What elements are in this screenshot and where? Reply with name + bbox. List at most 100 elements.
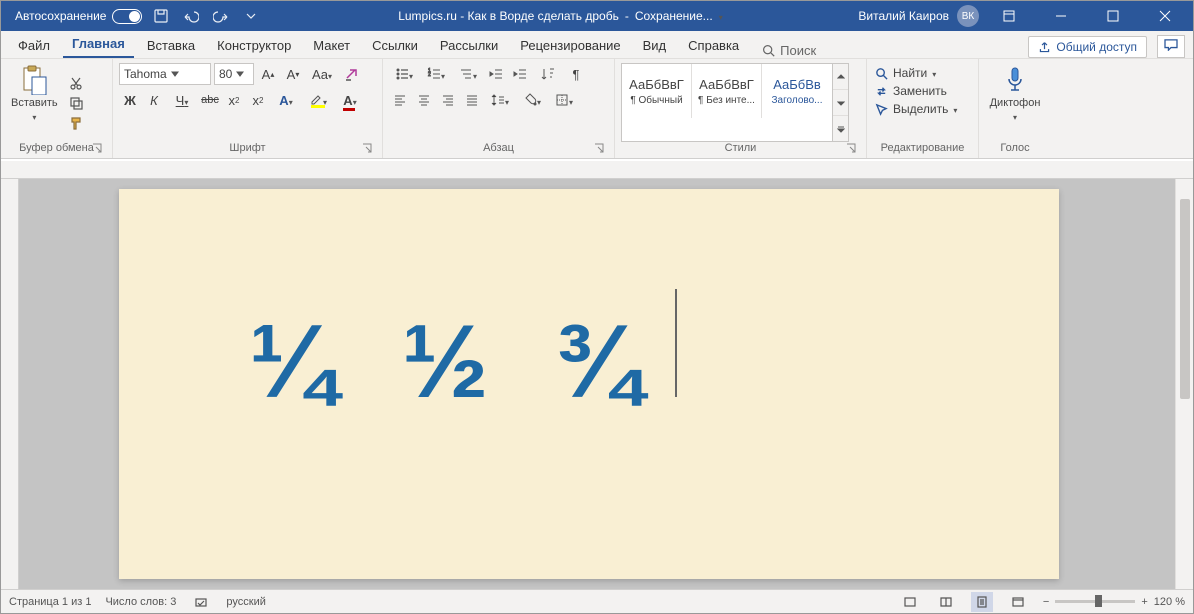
autosave-toggle[interactable]: Автосохранение: [15, 9, 142, 24]
justify-icon[interactable]: [461, 89, 483, 111]
bullets-icon[interactable]: [389, 63, 419, 85]
align-left-icon[interactable]: [389, 89, 411, 111]
zoom-in-icon[interactable]: +: [1141, 596, 1147, 608]
qat-more-icon[interactable]: [240, 5, 262, 27]
maximize-icon[interactable]: [1091, 1, 1135, 31]
show-marks-icon[interactable]: ¶: [565, 63, 587, 85]
paste-button[interactable]: Вставить: [7, 63, 62, 142]
styles-launcher-icon[interactable]: [846, 143, 856, 153]
tab-help[interactable]: Справка: [679, 32, 748, 58]
fraction-text: ½: [402, 303, 499, 422]
word-count[interactable]: Число слов: 3: [105, 596, 176, 608]
tab-review[interactable]: Рецензирование: [511, 32, 629, 58]
dictate-button[interactable]: Диктофон: [985, 63, 1045, 125]
read-mode-icon[interactable]: [935, 592, 957, 612]
dictate-dropdown-icon[interactable]: [1013, 111, 1017, 123]
find-button[interactable]: Найти: [873, 65, 972, 81]
horizontal-ruler[interactable]: [1, 161, 1193, 179]
search-placeholder: Поиск: [780, 43, 816, 58]
copy-icon[interactable]: [66, 94, 86, 112]
user-name[interactable]: Виталий Каиров: [858, 9, 949, 23]
numbering-icon[interactable]: 12: [421, 63, 451, 85]
strikethrough-button[interactable]: abc: [199, 89, 221, 111]
italic-button[interactable]: К: [143, 89, 165, 111]
title-dropdown-icon[interactable]: [719, 9, 723, 23]
cut-icon[interactable]: [66, 74, 86, 92]
select-button[interactable]: Выделить: [873, 101, 972, 117]
focus-mode-icon[interactable]: [899, 592, 921, 612]
borders-icon[interactable]: [549, 89, 579, 111]
close-icon[interactable]: [1143, 1, 1187, 31]
language-indicator[interactable]: русский: [226, 596, 265, 608]
multilevel-list-icon[interactable]: [453, 63, 483, 85]
paste-icon: [20, 65, 48, 95]
tab-view[interactable]: Вид: [634, 32, 676, 58]
align-center-icon[interactable]: [413, 89, 435, 111]
tab-mailings[interactable]: Рассылки: [431, 32, 507, 58]
change-case-icon[interactable]: Aa: [307, 63, 337, 85]
styles-gallery[interactable]: АаБбВвГ¶ Обычный АаБбВвГ¶ Без инте... Аа…: [621, 63, 833, 142]
zoom-value[interactable]: 120 %: [1154, 596, 1185, 608]
web-layout-icon[interactable]: [1007, 592, 1029, 612]
save-icon[interactable]: [150, 5, 172, 27]
share-button[interactable]: Общий доступ: [1028, 36, 1147, 58]
spellcheck-icon[interactable]: [190, 592, 212, 612]
font-size-select[interactable]: 80: [214, 63, 254, 85]
paste-dropdown-icon[interactable]: [32, 111, 36, 123]
subscript-icon[interactable]: x2: [223, 89, 245, 111]
ribbon-display-options-icon[interactable]: [987, 1, 1031, 31]
tab-home[interactable]: Главная: [63, 30, 134, 58]
style-normal[interactable]: АаБбВвГ¶ Обычный: [622, 64, 692, 118]
minimize-icon[interactable]: [1039, 1, 1083, 31]
tab-design[interactable]: Конструктор: [208, 32, 300, 58]
decrease-indent-icon[interactable]: [485, 63, 507, 85]
toggle-switch[interactable]: [112, 9, 142, 24]
grow-font-icon[interactable]: A▴: [257, 63, 279, 85]
shrink-font-icon[interactable]: A▾: [282, 63, 304, 85]
tab-references[interactable]: Ссылки: [363, 32, 427, 58]
vertical-ruler[interactable]: [1, 179, 19, 589]
font-launcher-icon[interactable]: [362, 143, 372, 153]
paragraph-launcher-icon[interactable]: [594, 143, 604, 153]
clear-formatting-icon[interactable]: [340, 63, 362, 85]
comments-button[interactable]: [1157, 35, 1185, 58]
document-content[interactable]: ¼ ½ ¾: [249, 289, 677, 422]
zoom-slider[interactable]: [1055, 600, 1135, 603]
align-right-icon[interactable]: [437, 89, 459, 111]
format-painter-icon[interactable]: [66, 114, 86, 132]
font-color-icon[interactable]: A: [335, 89, 365, 111]
svg-text:2: 2: [428, 72, 431, 78]
highlight-color-icon[interactable]: [303, 89, 333, 111]
superscript-icon[interactable]: x2: [247, 89, 269, 111]
style-heading1[interactable]: АаБбВвЗаголово...: [762, 64, 832, 118]
avatar[interactable]: ВК: [957, 5, 979, 27]
sort-icon[interactable]: [533, 63, 563, 85]
redo-icon[interactable]: [210, 5, 232, 27]
style-no-spacing[interactable]: АаБбВвГ¶ Без инте...: [692, 64, 762, 118]
vertical-scrollbar[interactable]: [1175, 179, 1193, 589]
underline-button[interactable]: Ч: [167, 89, 197, 111]
zoom-control[interactable]: − + 120 %: [1043, 596, 1185, 608]
increase-indent-icon[interactable]: [509, 63, 531, 85]
bold-button[interactable]: Ж: [119, 89, 141, 111]
font-name-value: Tahoma: [124, 67, 167, 81]
shading-icon[interactable]: [517, 89, 547, 111]
page-indicator[interactable]: Страница 1 из 1: [9, 596, 91, 608]
tab-file[interactable]: Файл: [9, 32, 59, 58]
line-spacing-icon[interactable]: [485, 89, 515, 111]
zoom-out-icon[interactable]: −: [1043, 596, 1049, 608]
print-layout-icon[interactable]: [971, 592, 993, 612]
status-bar: Страница 1 из 1 Число слов: 3 русский − …: [1, 589, 1193, 613]
text-effects-icon[interactable]: A: [271, 89, 301, 111]
clipboard-launcher-icon[interactable]: [92, 143, 102, 153]
styles-group-label: Стили: [725, 142, 757, 154]
font-name-select[interactable]: Tahoma: [119, 63, 211, 85]
replace-button[interactable]: Заменить: [873, 83, 972, 99]
search-box[interactable]: Поиск: [752, 43, 826, 58]
scrollbar-thumb[interactable]: [1180, 199, 1190, 399]
tab-layout[interactable]: Макет: [304, 32, 359, 58]
tab-insert[interactable]: Вставка: [138, 32, 204, 58]
undo-icon[interactable]: [180, 5, 202, 27]
styles-gallery-expand[interactable]: [833, 63, 849, 142]
document-page[interactable]: ¼ ½ ¾: [119, 189, 1059, 579]
